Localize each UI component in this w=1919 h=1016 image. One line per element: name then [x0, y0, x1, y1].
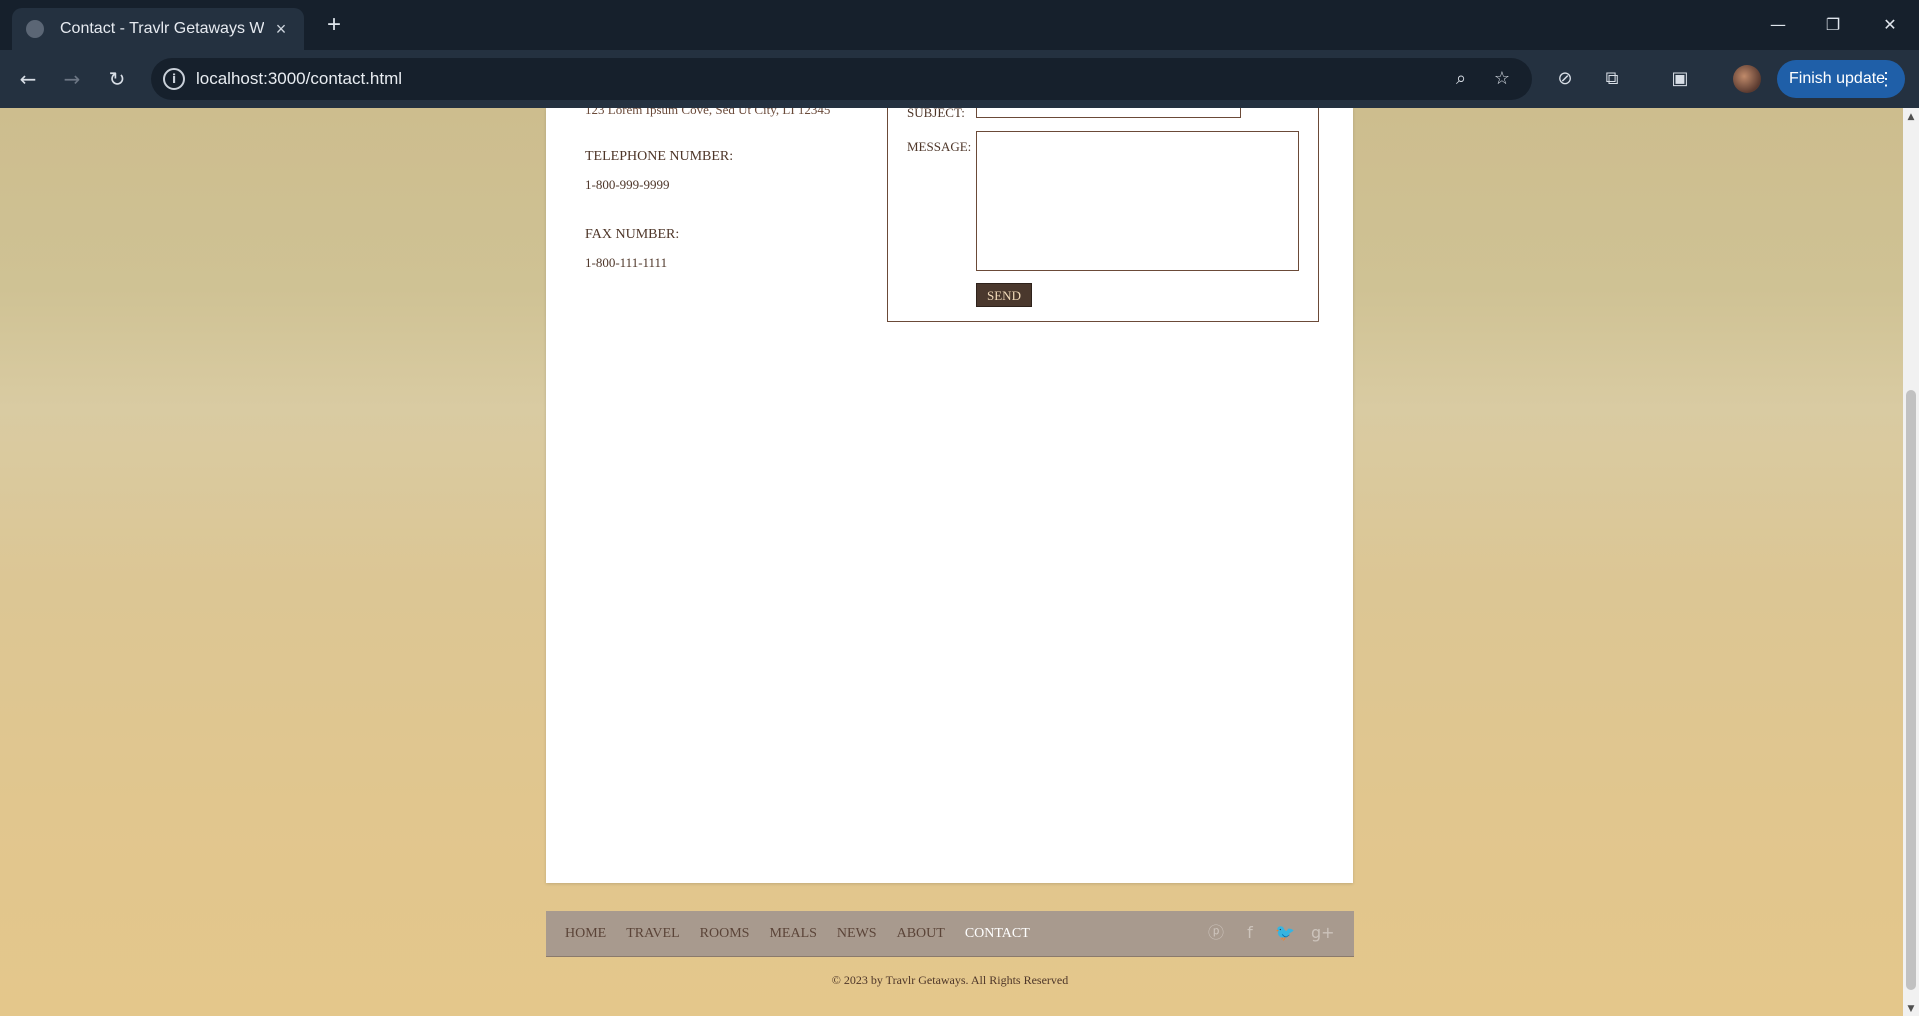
globe-icon	[26, 20, 44, 38]
profile-avatar[interactable]	[1733, 65, 1761, 93]
footer-nav-about[interactable]: ABOUT	[897, 926, 945, 942]
message-textarea[interactable]	[976, 131, 1299, 271]
close-tab-icon[interactable]: ×	[272, 19, 290, 40]
copyright-text: © 2023 by Travlr Getaways. All Rights Re…	[831, 973, 1069, 987]
footer-nav-travel[interactable]: TRAVEL	[626, 926, 679, 942]
send-button[interactable]: SEND	[976, 283, 1032, 307]
scroll-up-arrow[interactable]: ▲	[1903, 110, 1919, 124]
footer-nav-home[interactable]: HOME	[565, 926, 606, 942]
address-text: 123 Lorem Ipsum Cove, Sed Ut City, LI 12…	[585, 108, 831, 117]
contact-form: SUBJECT: MESSAGE: SEND	[887, 108, 1319, 322]
finish-update-button[interactable]: Finish update ⋮	[1777, 60, 1905, 98]
telephone-value: 1-800-999-9999	[585, 177, 670, 192]
fax-label: FAX NUMBER:	[585, 227, 680, 242]
new-tab-button[interactable]: +	[320, 12, 348, 40]
reload-button[interactable]: ↻	[101, 63, 133, 95]
message-label: MESSAGE:	[907, 139, 972, 154]
footer-nav-bar: HOME TRAVEL ROOMS MEALS NEWS ABOUT CONTACT ⓟ f…	[546, 911, 1354, 957]
vertical-scrollbar[interactable]: ▲ ▼	[1903, 108, 1919, 1016]
scroll-down-arrow[interactable]: ▼	[1903, 1002, 1919, 1016]
footer-nav-meals[interactable]: MEALS	[769, 926, 816, 942]
minimize-button[interactable]: —	[1758, 10, 1798, 40]
footer-nav: HOME TRAVEL ROOMS MEALS NEWS ABOUT CONTACT	[565, 911, 1050, 956]
facebook-icon[interactable]: f	[1240, 923, 1260, 943]
telephone-label: TELEPHONE NUMBER:	[585, 149, 734, 164]
contact-content-card: 123 Lorem Ipsum Cove, Sed Ut City, LI 12…	[546, 108, 1353, 883]
site-info-icon[interactable]: i	[163, 68, 185, 90]
footer-nav-rooms[interactable]: ROOMS	[700, 926, 750, 942]
finish-update-label: Finish update	[1789, 70, 1886, 87]
bookmark-star-icon[interactable]: ☆	[1489, 66, 1515, 92]
browser-tab-strip: Contact - Travlr Getaways Website × + — …	[0, 0, 1919, 50]
pinterest-icon[interactable]: ⓟ	[1206, 923, 1226, 943]
url-text[interactable]: localhost:3000/contact.html	[196, 69, 402, 89]
scroll-thumb[interactable]	[1906, 390, 1916, 990]
footer-nav-news[interactable]: NEWS	[837, 926, 877, 942]
more-menu-icon[interactable]: ⋮	[1877, 60, 1895, 98]
subject-label: SUBJECT:	[907, 108, 965, 120]
address-bar[interactable]: i localhost:3000/contact.html ⌕ ☆	[151, 58, 1532, 100]
close-window-button[interactable]: ✕	[1870, 10, 1910, 40]
page-viewport: 123 Lorem Ipsum Cove, Sed Ut City, LI 12…	[0, 108, 1903, 1016]
cast-search-icon[interactable]: ▣	[1667, 66, 1693, 92]
browser-toolbar: ← → ↻ i localhost:3000/contact.html ⌕ ☆ …	[0, 50, 1919, 108]
restore-button[interactable]: ❐	[1813, 10, 1853, 40]
browser-tab[interactable]: Contact - Travlr Getaways Website ×	[12, 8, 304, 50]
back-button[interactable]: ←	[12, 63, 44, 95]
extensions-icon[interactable]: ⧉	[1599, 66, 1625, 92]
google-plus-icon[interactable]: g+	[1311, 923, 1335, 943]
tab-title: Contact - Travlr Getaways Website	[60, 20, 264, 37]
zoom-icon[interactable]: ⌕	[1448, 66, 1474, 92]
forward-button[interactable]: →	[56, 63, 88, 95]
extension-blocked-icon[interactable]: ⊘	[1552, 66, 1578, 92]
fax-value: 1-800-111-1111	[585, 255, 668, 270]
footer-nav-contact[interactable]: CONTACT	[965, 926, 1030, 942]
subject-input[interactable]	[976, 108, 1241, 118]
twitter-icon[interactable]: 🐦	[1275, 923, 1295, 943]
